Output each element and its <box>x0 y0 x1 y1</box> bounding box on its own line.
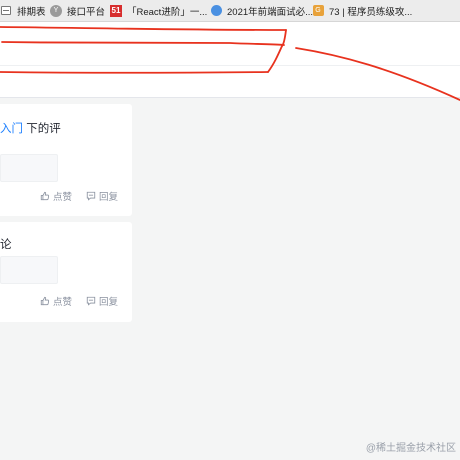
comment-card: 论 点赞 回复 <box>0 222 132 322</box>
sub-navigation <box>0 66 460 98</box>
reply-label: 回复 <box>99 297 119 308</box>
bookmark-interface-platform[interactable]: Y 接口平台 <box>50 0 106 21</box>
bookmark-programmer-guide[interactable]: G 73 | 程序员练级攻... <box>312 0 413 21</box>
watermark: @稀土掘金技术社区 <box>365 443 456 454</box>
bookmark-label: 排期表 <box>17 6 46 18</box>
bookmark-frontend-interview[interactable]: 2021年前端面试必... <box>210 0 314 21</box>
comment-icon <box>86 296 96 306</box>
comment-title: 入门 下的评 <box>0 120 61 136</box>
comment-title-text: 论 <box>0 239 12 251</box>
quoted-comment-box <box>0 256 58 284</box>
comment-title: 论 <box>0 236 12 252</box>
bookmarks-bar: 排期表 Y 接口平台 51 「React进阶」一... 2021年前端面试必..… <box>0 0 460 22</box>
list-icon <box>0 5 12 17</box>
like-button[interactable]: 点赞 <box>40 294 72 308</box>
comment-actions: 点赞 回复 <box>40 294 118 308</box>
bookmark-label: 接口平台 <box>67 6 106 18</box>
seventythree-icon: G <box>312 5 324 17</box>
article-link[interactable]: 入门 <box>0 123 23 135</box>
like-label: 点赞 <box>53 297 73 308</box>
like-label: 点赞 <box>53 192 73 203</box>
fiftyone-icon: 51 <box>110 4 122 17</box>
like-button[interactable]: 点赞 <box>40 189 72 203</box>
bookmark-react-advanced[interactable]: 51 「React进阶」一... <box>110 0 208 21</box>
reply-button[interactable]: 回复 <box>86 294 118 308</box>
thumbs-up-icon <box>40 296 50 306</box>
bookmark-label: 73 | 程序员练级攻... <box>329 6 413 18</box>
quoted-comment-box <box>0 154 58 182</box>
site-header <box>0 22 460 66</box>
bookmark-schedule[interactable]: 排期表 <box>0 0 46 21</box>
thumbs-up-icon <box>40 191 50 201</box>
reply-button[interactable]: 回复 <box>86 189 118 203</box>
interface-icon: Y <box>50 4 62 17</box>
comment-icon <box>86 191 96 201</box>
comment-title-text: 下的评 <box>23 123 61 135</box>
bookmark-label: 2021年前端面试必... <box>227 6 314 18</box>
globe-icon <box>210 5 222 17</box>
reply-label: 回复 <box>99 192 119 203</box>
comment-actions: 点赞 回复 <box>40 189 118 203</box>
comment-card: 入门 下的评 点赞 回复 <box>0 104 132 216</box>
bookmark-label: 「React进阶」一... <box>127 6 208 18</box>
